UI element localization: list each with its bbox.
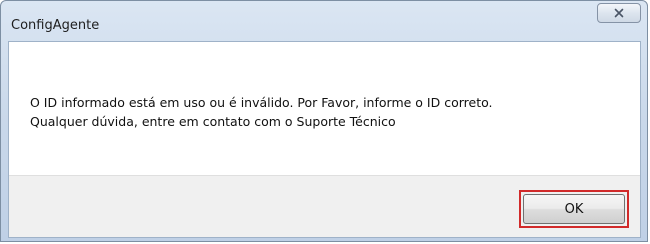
dialog-content: O ID informado está em uso ou é inválido… (8, 41, 641, 238)
title-bar[interactable]: ConfigAgente (1, 1, 647, 37)
message-line-1: O ID informado está em uso ou é inválido… (30, 95, 493, 110)
message-line-2: Qualquer dúvida, entre em contato com o … (30, 114, 396, 129)
ok-button-highlight: OK (519, 190, 629, 228)
button-bar: OK (9, 175, 640, 237)
close-button[interactable] (597, 3, 641, 23)
ok-button[interactable]: OK (523, 194, 625, 224)
close-icon (614, 8, 624, 18)
window-title: ConfigAgente (11, 18, 100, 33)
dialog-window: ConfigAgente O ID informado está em uso … (0, 0, 648, 242)
message-text: O ID informado está em uso ou é inválido… (30, 93, 493, 131)
